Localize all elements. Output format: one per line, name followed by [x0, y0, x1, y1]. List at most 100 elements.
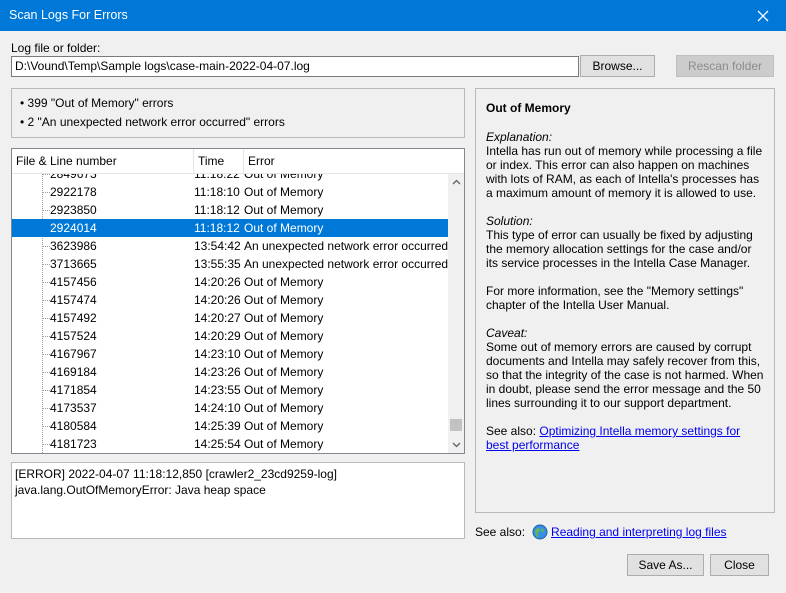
summary-line: • 2 "An unexpected network error occurre… — [20, 115, 285, 129]
column-header-time[interactable]: Time — [194, 149, 244, 174]
table-row[interactable]: 2924014 11:18:12 Out of Memory — [12, 219, 448, 237]
vertical-scrollbar[interactable] — [448, 174, 464, 453]
error-cell: Out of Memory — [244, 365, 324, 379]
time-cell: 11:18:12 — [194, 203, 240, 217]
error-cell: Out of Memory — [244, 311, 324, 325]
error-cell: An unexpected network error occurred — [244, 239, 448, 253]
line-number-cell: 4171854 — [50, 383, 97, 397]
line-number-cell: 4180584 — [50, 419, 97, 433]
time-cell: 14:20:29 — [194, 329, 241, 343]
table-row[interactable]: 3713665 13:55:35 An unexpected network err… — [12, 255, 448, 273]
line-number-cell: 2849673 — [50, 174, 97, 181]
table-rows: 2849673 11:18:22 Out of Memory 2922178 11:18… — [12, 174, 448, 453]
browse-button[interactable]: Browse... — [580, 55, 655, 77]
close-icon — [757, 10, 769, 21]
close-window-button[interactable] — [740, 0, 786, 31]
scroll-up-button[interactable] — [448, 174, 464, 190]
window-title: Scan Logs For Errors — [9, 8, 128, 22]
error-cell: Out of Memory — [244, 185, 324, 199]
error-cell: Out of Memory — [244, 329, 324, 343]
table-row[interactable]: 4181723 14:25:54 Out of Memory — [12, 435, 448, 453]
table-row[interactable]: 4180584 14:25:39 Out of Memory — [12, 417, 448, 435]
detail-see-also-label: See also: — [486, 424, 537, 438]
time-cell: 14:23:55 — [194, 383, 241, 397]
time-cell: 14:24:10 — [194, 401, 241, 415]
scroll-down-button[interactable] — [448, 437, 464, 453]
table-header: File & Line number Time Error — [12, 149, 464, 174]
column-header-file-line[interactable]: File & Line number — [12, 149, 194, 174]
time-cell: 14:20:27 — [194, 311, 241, 325]
line-number-cell: 3713665 — [50, 257, 97, 271]
time-cell: 13:54:42 — [194, 239, 241, 253]
table-row[interactable]: 3623986 13:54:42 An unexpected network err… — [12, 237, 448, 255]
error-cell: Out of Memory — [244, 221, 324, 235]
line-number-cell: 4157524 — [50, 329, 97, 343]
globe-icon — [532, 524, 548, 540]
error-cell: Out of Memory — [244, 174, 324, 181]
line-number-cell: 2924014 — [50, 221, 97, 235]
footer-see-also: See also: Reading and interpreting log f… — [475, 524, 727, 540]
log-path-input[interactable]: D:\Vound\Temp\Sample logs\case-main-2022… — [11, 56, 579, 77]
title-bar: Scan Logs For Errors — [0, 0, 786, 31]
error-cell: Out of Memory — [244, 437, 324, 451]
time-cell: 11:18:12 — [194, 221, 240, 235]
line-number-cell: 4169184 — [50, 365, 97, 379]
table-row[interactable]: 2923850 11:18:12 Out of Memory — [12, 201, 448, 219]
error-summary: • 399 "Out of Memory" errors • 2 "An une… — [11, 88, 465, 138]
line-number-cell: 4173537 — [50, 401, 97, 415]
solution-text: This type of error can usually be fixed … — [486, 228, 753, 270]
time-cell: 13:55:35 — [194, 257, 241, 271]
time-cell: 14:23:26 — [194, 365, 241, 379]
time-cell: 11:18:22 — [194, 174, 240, 181]
footer-see-also-label: See also: — [475, 525, 526, 539]
error-cell: An unexpected network error occurred — [244, 257, 448, 271]
time-cell: 14:20:26 — [194, 293, 241, 307]
table-row[interactable]: 2922178 11:18:10 Out of Memory — [12, 183, 448, 201]
more-info-text: For more information, see the "Memory se… — [486, 284, 744, 312]
time-cell: 14:23:10 — [194, 347, 241, 361]
error-cell: Out of Memory — [244, 401, 324, 415]
table-row[interactable]: 4157456 14:20:26 Out of Memory — [12, 273, 448, 291]
line-number-cell: 4157474 — [50, 293, 97, 307]
error-cell: Out of Memory — [244, 383, 324, 397]
rescan-folder-button: Rescan folder — [676, 55, 774, 77]
detail-title: Out of Memory — [486, 101, 571, 115]
solution-label: Solution: — [486, 214, 533, 228]
error-cell: Out of Memory — [244, 275, 324, 289]
error-message-text[interactable]: [ERROR] 2022-04-07 11:18:12,850 [crawler… — [11, 462, 465, 539]
scrollbar-thumb[interactable] — [450, 419, 462, 431]
table-row[interactable]: 4167967 14:23:10 Out of Memory — [12, 345, 448, 363]
line-number-cell: 4167967 — [50, 347, 97, 361]
scroll-up-icon — [452, 179, 460, 185]
line-number-cell: 4157456 — [50, 275, 97, 289]
table-row[interactable]: 4169184 14:23:26 Out of Memory — [12, 363, 448, 381]
caveat-text: Some out of memory errors are caused by … — [486, 340, 764, 410]
line-number-cell: 4181723 — [50, 437, 97, 451]
save-as-button[interactable]: Save As... — [627, 554, 704, 576]
explanation-text: Intella has run out of memory while proc… — [486, 144, 763, 200]
caveat-label: Caveat: — [486, 326, 528, 340]
table-row[interactable]: 2849673 11:18:22 Out of Memory — [12, 174, 448, 183]
error-cell: Out of Memory — [244, 347, 324, 361]
column-header-error[interactable]: Error — [244, 149, 464, 174]
explanation-label: Explanation: — [486, 130, 553, 144]
time-cell: 11:18:10 — [194, 185, 240, 199]
time-cell: 14:25:39 — [194, 419, 241, 433]
log-file-label: Log file or folder: — [11, 41, 101, 55]
error-cell: Out of Memory — [244, 203, 324, 217]
error-table[interactable]: File & Line number Time Error 2849673 11:… — [11, 148, 465, 454]
close-button[interactable]: Close — [710, 554, 769, 576]
log-files-link[interactable]: Reading and interpreting log files — [551, 525, 726, 539]
table-row[interactable]: 4157474 14:20:26 Out of Memory — [12, 291, 448, 309]
time-cell: 14:20:26 — [194, 275, 241, 289]
table-row[interactable]: 4173537 14:24:10 Out of Memory — [12, 399, 448, 417]
table-row[interactable]: 4171854 14:23:55 Out of Memory — [12, 381, 448, 399]
error-detail-panel: Out of Memory Explanation: Intella has r… — [475, 88, 775, 513]
line-number-cell: 4157492 — [50, 311, 97, 325]
line-number-cell: 3623986 — [50, 239, 97, 253]
table-row[interactable]: 4157492 14:20:27 Out of Memory — [12, 309, 448, 327]
time-cell: 14:25:54 — [194, 437, 241, 451]
table-row[interactable]: 4157524 14:20:29 Out of Memory — [12, 327, 448, 345]
error-cell: Out of Memory — [244, 419, 324, 433]
summary-line: • 399 "Out of Memory" errors — [20, 96, 174, 110]
